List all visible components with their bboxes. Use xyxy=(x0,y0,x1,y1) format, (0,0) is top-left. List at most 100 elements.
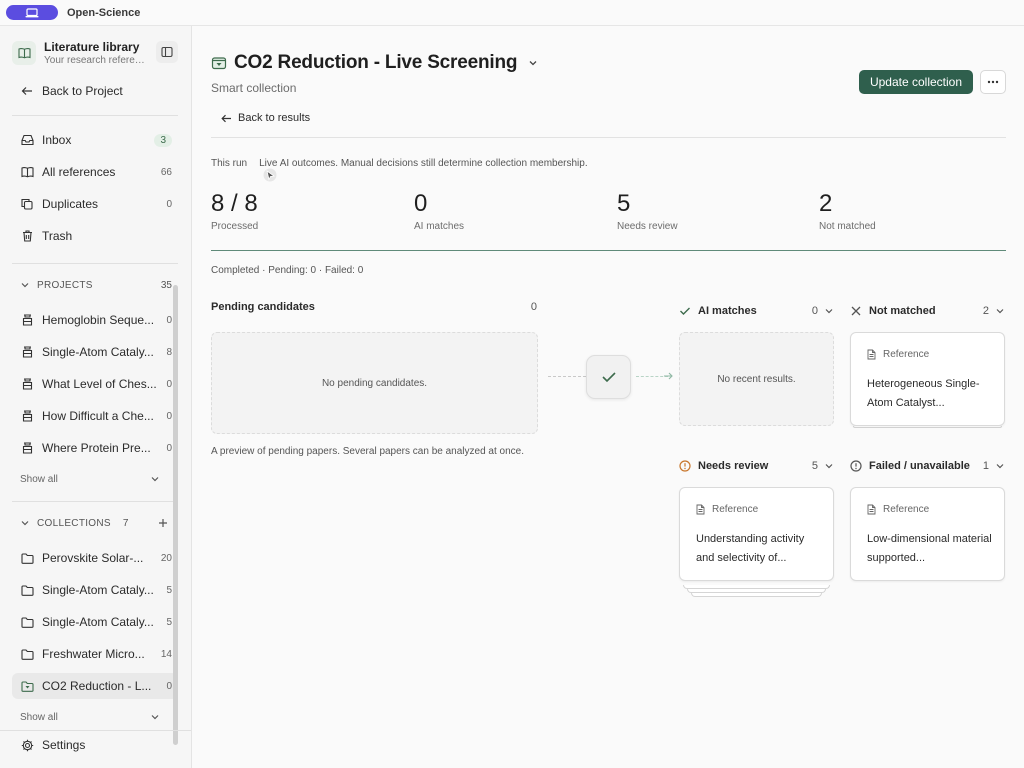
chevron-down-icon xyxy=(996,464,1004,469)
collections-count: 7 xyxy=(122,517,129,529)
projects-heading: PROJECTS xyxy=(37,279,93,291)
sidebar-item-count: 8 xyxy=(166,346,172,358)
sidebar: Literature library Your research referen… xyxy=(0,26,192,768)
stat-value: 5 xyxy=(617,190,631,217)
flask-icon xyxy=(20,441,34,455)
ai-matches-column-header[interactable]: AI matches 0 xyxy=(679,303,834,319)
folder-icon xyxy=(20,551,34,565)
gear-icon xyxy=(20,738,34,752)
stat-label: Not matched xyxy=(819,221,876,232)
arrow-left-icon xyxy=(221,114,231,122)
sidebar-item-inbox[interactable]: Inbox 3 xyxy=(12,127,178,153)
sidebar-scrollbar[interactable] xyxy=(173,285,178,745)
sidebar-project-item[interactable]: What Level of Ches... 0 xyxy=(12,371,178,397)
reference-card[interactable]: Reference Heterogeneous Single-Atom Cata… xyxy=(850,332,1005,426)
card-title: Low-dimensional material supported... xyxy=(867,533,992,564)
back-to-results-link[interactable]: Back to results xyxy=(221,112,310,124)
projects-show-all-button[interactable]: Show all xyxy=(20,471,160,487)
stat-not-matched: 2 Not matched xyxy=(819,190,876,232)
check-icon xyxy=(680,307,690,315)
pending-note: A preview of pending papers. Several pap… xyxy=(211,446,524,457)
book-open-icon xyxy=(20,165,34,179)
collections-heading: COLLECTIONS xyxy=(37,517,111,529)
app-switcher-button[interactable] xyxy=(6,5,58,20)
smart-folder-icon xyxy=(20,679,34,693)
sidebar-toggle-button[interactable] xyxy=(156,41,178,63)
sidebar-item-count: 0 xyxy=(166,378,172,390)
collections-section-header[interactable]: COLLECTIONS 7 xyxy=(12,513,178,533)
reference-card[interactable]: Reference Understanding activity and sel… xyxy=(679,487,834,581)
sidebar-collection-item[interactable]: Perovskite Solar-... 20 xyxy=(12,545,178,571)
card-title: Heterogeneous Single-Atom Catalyst... xyxy=(867,378,980,409)
pending-candidates-dropzone: No pending candidates. xyxy=(211,332,538,434)
flask-icon xyxy=(20,409,34,423)
app-name: Open-Science xyxy=(67,6,141,19)
sidebar-item-count: 0 xyxy=(166,680,172,692)
check-icon xyxy=(601,372,616,383)
sidebar-item-label: Trash xyxy=(42,229,73,243)
sidebar-item-all-references[interactable]: All references 66 xyxy=(12,159,178,185)
header-divider xyxy=(211,137,1006,138)
sidebar-project-item[interactable]: Single-Atom Cataly... 8 xyxy=(12,339,178,365)
card-type: Reference xyxy=(696,504,833,515)
plus-icon[interactable] xyxy=(158,518,168,528)
sidebar-collection-item[interactable]: Freshwater Micro... 14 xyxy=(12,641,178,667)
run-label: This run xyxy=(211,158,248,169)
needs-review-column-header[interactable]: Needs review 5 xyxy=(679,458,834,474)
sidebar-item-count: 0 xyxy=(166,410,172,422)
collections-show-all-button[interactable]: Show all xyxy=(20,709,160,725)
not-matched-column-header[interactable]: Not matched 2 xyxy=(850,303,1005,319)
alert-circle-icon xyxy=(850,460,862,472)
sidebar-collection-item[interactable]: Single-Atom Cataly... 5 xyxy=(12,577,178,603)
failed-column-header[interactable]: Failed / unavailable 1 xyxy=(850,458,1005,474)
document-icon xyxy=(867,504,876,515)
sidebar-item-duplicates[interactable]: Duplicates 0 xyxy=(12,191,178,217)
inbox-count-badge: 3 xyxy=(154,133,172,147)
sidebar-item-label: Duplicates xyxy=(42,197,99,211)
card-type-label: Reference xyxy=(883,504,930,515)
chevron-down-icon[interactable] xyxy=(528,58,538,68)
sidebar-collection-item[interactable]: Single-Atom Cataly... 5 xyxy=(12,609,178,635)
chevron-down-icon xyxy=(825,309,833,314)
card-type-label: Reference xyxy=(883,349,930,360)
sidebar-project-item[interactable]: Hemoglobin Seque... 0 xyxy=(12,307,178,333)
library-subtitle: Your research references xyxy=(44,55,148,66)
column-title: Failed / unavailable xyxy=(869,460,970,472)
sidebar-project-item[interactable]: Where Protein Pre... 0 xyxy=(12,435,178,461)
arrow-left-icon xyxy=(20,84,34,98)
library-header[interactable]: Literature library Your research referen… xyxy=(12,38,180,68)
card-stack-shadow xyxy=(691,593,822,597)
card-type-label: Reference xyxy=(712,504,759,515)
chevron-down-icon xyxy=(151,477,159,482)
projects-section-header[interactable]: PROJECTS 35 xyxy=(12,275,178,295)
back-to-project-link[interactable]: Back to Project xyxy=(12,78,178,104)
sidebar-item-label: All references xyxy=(42,165,116,179)
main-content: CO2 Reduction - Live Screening Smart col… xyxy=(193,26,1024,768)
pending-count: 0 xyxy=(530,301,537,313)
flask-icon xyxy=(20,313,34,327)
sidebar-collection-item-active[interactable]: CO2 Reduction - L... 0 xyxy=(12,673,178,699)
document-icon xyxy=(867,349,876,360)
sidebar-item-trash[interactable]: Trash xyxy=(12,223,178,249)
update-collection-button[interactable]: Update collection xyxy=(859,70,973,94)
progress-divider xyxy=(211,250,1006,251)
folder-icon xyxy=(20,615,34,629)
more-options-button[interactable] xyxy=(980,70,1006,94)
copy-icon xyxy=(20,197,34,211)
reference-card[interactable]: Reference Low-dimensional material suppo… xyxy=(850,487,1005,581)
card-stack-shadow xyxy=(853,426,1002,428)
sidebar-project-item[interactable]: How Difficult a Che... 0 xyxy=(12,403,178,429)
settings-button[interactable]: Settings xyxy=(12,732,178,758)
empty-text: No recent results. xyxy=(717,373,796,385)
sidebar-item-label: What Level of Ches... xyxy=(42,377,157,391)
stat-processed: 8 / 8 Processed xyxy=(211,190,258,232)
sidebar-item-label: Single-Atom Cataly... xyxy=(42,615,154,629)
run-description-text: Live AI outcomes. Manual decisions still… xyxy=(259,158,588,169)
book-icon xyxy=(12,41,36,65)
card-title: Understanding activity and selectivity o… xyxy=(696,533,805,564)
folder-icon xyxy=(20,583,34,597)
column-count: 0 xyxy=(811,305,818,317)
chevron-down-icon xyxy=(825,464,833,469)
run-status: Completed · Pending: 0 · Failed: 0 xyxy=(211,265,364,276)
sidebar-divider xyxy=(12,501,178,502)
